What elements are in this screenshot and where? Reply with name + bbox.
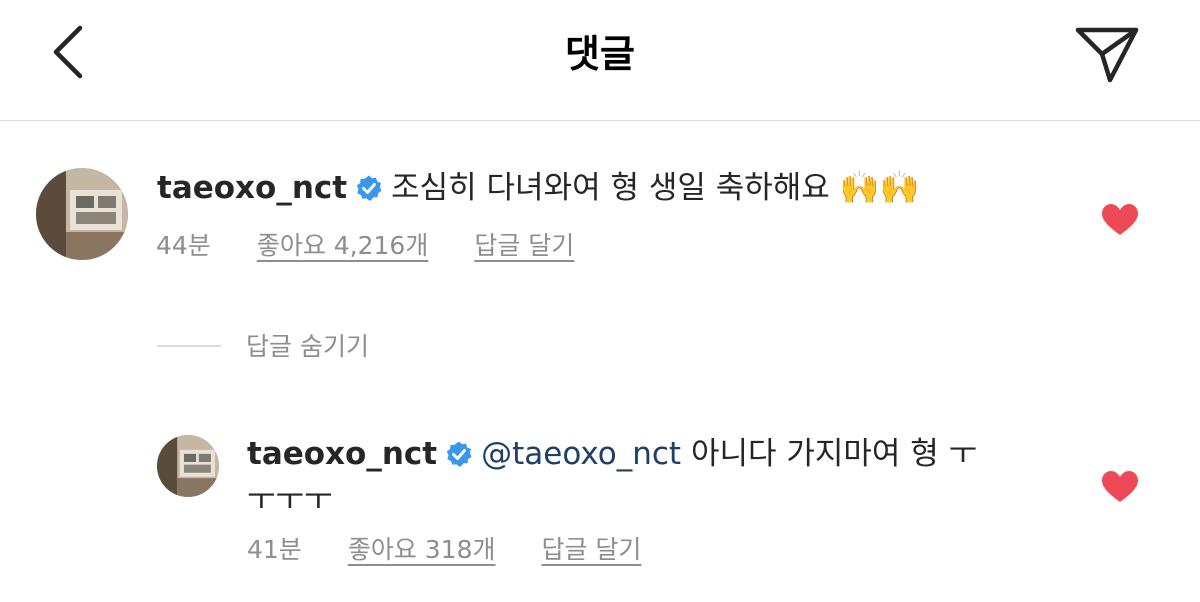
comment-username[interactable]: taeoxo_nct (157, 170, 347, 206)
reply-reply-button[interactable]: 답글 달기 (541, 535, 641, 564)
raising-hands-emoji: 🙌🙌 (839, 168, 920, 206)
header-bar: 댓글 (0, 0, 1200, 121)
reply-body-line1: 아니다 가지마여 형 ㅜ (690, 436, 978, 472)
heart-icon[interactable] (1101, 203, 1139, 237)
reply-likes-link[interactable]: 좋아요 318개 (348, 535, 496, 564)
replies-divider (157, 345, 221, 347)
comment-time: 44분 (156, 231, 211, 260)
comment-text-line: taeoxo_nct 조심히 다녀와여 형 생일 축하해요 🙌🙌 (157, 165, 919, 210)
reply-username[interactable]: taeoxo_nct (247, 436, 437, 472)
avatar[interactable] (36, 168, 128, 260)
avatar[interactable] (157, 435, 219, 497)
heart-icon[interactable] (1101, 470, 1139, 504)
reply-text-line2: ㅜㅜㅜ (247, 478, 333, 508)
comment-body: 조심히 다녀와여 형 생일 축하해요 (391, 170, 830, 206)
reply-meta: 41분 좋아요 318개 답글 달기 (247, 532, 641, 568)
page-title: 댓글 (565, 32, 635, 76)
reply-body-line2: ㅜㅜㅜ (247, 482, 333, 508)
comment-likes-link[interactable]: 좋아요 4,216개 (257, 231, 429, 260)
reply-time: 41분 (247, 535, 302, 564)
reply-mention-link[interactable]: @taeoxo_nct (481, 436, 681, 472)
reply-text-line: taeoxo_nct @taeoxo_nct 아니다 가지마여 형 ㅜ (247, 432, 977, 476)
comment-meta: 44분 좋아요 4,216개 답글 달기 (156, 228, 574, 264)
verified-badge-icon (355, 174, 383, 202)
hide-replies-button[interactable]: 답글 숨기기 (246, 329, 369, 365)
verified-badge-icon (445, 440, 473, 468)
comment-reply-button[interactable]: 답글 달기 (474, 231, 574, 260)
paper-plane-icon[interactable] (1072, 24, 1142, 86)
